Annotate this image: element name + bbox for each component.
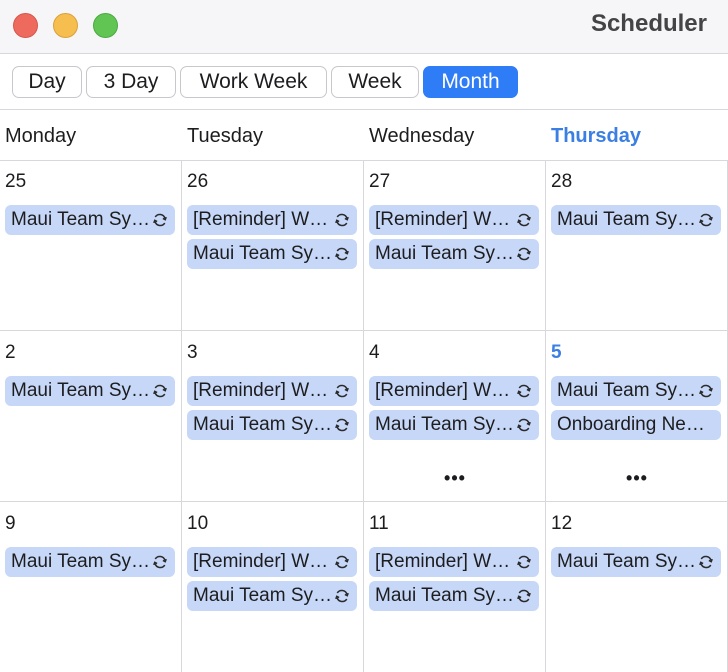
day-cell[interactable]: 28 Maui Team Sy… xyxy=(546,160,728,330)
day-cell[interactable]: 11 [Reminder] W… Maui Team Sy… xyxy=(364,502,546,672)
day-number: 10 xyxy=(187,513,209,534)
event-chip[interactable]: Maui Team Sy… xyxy=(187,410,357,440)
event-chip[interactable]: Maui Team Sy… xyxy=(187,581,357,611)
event-chip[interactable]: [Reminder] W… xyxy=(369,376,539,406)
event-chip[interactable]: [Reminder] W… xyxy=(187,205,357,235)
day-cell[interactable]: 4 [Reminder] W… Maui Team Sy… ••• xyxy=(364,331,546,501)
day-number: 2 xyxy=(5,342,16,363)
recurring-icon xyxy=(335,555,349,569)
event-title: [Reminder] W… xyxy=(193,209,329,230)
event-title: [Reminder] W… xyxy=(375,380,511,401)
recurring-icon xyxy=(517,589,531,603)
event-title: Maui Team Sy… xyxy=(375,585,515,606)
weekday-header-tuesday: Tuesday xyxy=(187,125,263,147)
recurring-icon xyxy=(335,384,349,398)
event-chip[interactable]: [Reminder] W… xyxy=(369,205,539,235)
event-title: Maui Team Sy… xyxy=(557,551,697,572)
recurring-icon xyxy=(153,555,167,569)
day-cell[interactable]: 3 [Reminder] W… Maui Team Sy… xyxy=(182,331,364,501)
event-chip[interactable]: Onboarding Ne… xyxy=(551,410,721,440)
event-chip[interactable]: [Reminder] W… xyxy=(369,547,539,577)
day-number: 27 xyxy=(369,171,391,192)
window-title: Scheduler xyxy=(590,10,707,37)
weekday-header-thursday: Thursday xyxy=(551,125,642,147)
day-number: 12 xyxy=(551,513,573,534)
weekday-header-monday: Monday xyxy=(5,125,77,147)
event-chip[interactable]: Maui Team Sy… xyxy=(551,205,721,235)
recurring-icon xyxy=(153,213,167,227)
day-number: 25 xyxy=(5,171,27,192)
recurring-icon xyxy=(335,589,349,603)
recurring-icon xyxy=(699,555,713,569)
month-grid: 25 Maui Team Sy… 26 [Reminder] W… Maui Team … xyxy=(0,160,728,672)
day-number: 9 xyxy=(5,513,16,534)
view-toolbar: Day 3 Day Work Week Week Month xyxy=(0,54,728,110)
event-title: Maui Team Sy… xyxy=(11,380,151,401)
event-chip[interactable]: [Reminder] W… xyxy=(187,376,357,406)
recurring-icon xyxy=(335,213,349,227)
day-cell[interactable]: 27 [Reminder] W… Maui Team Sy… xyxy=(364,160,546,330)
day-number: 5 xyxy=(551,342,562,363)
recurring-icon xyxy=(699,213,713,227)
event-chip[interactable]: Maui Team Sy… xyxy=(5,205,175,235)
event-title: Maui Team Sy… xyxy=(193,585,333,606)
recurring-icon xyxy=(517,384,531,398)
recurring-icon xyxy=(517,555,531,569)
zoom-window-button[interactable] xyxy=(93,13,118,38)
recurring-icon xyxy=(699,384,713,398)
recurring-icon xyxy=(153,384,167,398)
event-title: [Reminder] W… xyxy=(193,551,329,572)
minimize-window-button[interactable] xyxy=(53,13,78,38)
event-title: Maui Team Sy… xyxy=(375,243,515,264)
event-title: Maui Team Sy… xyxy=(11,551,151,572)
event-chip[interactable]: Maui Team Sy… xyxy=(5,376,175,406)
recurring-icon xyxy=(517,213,531,227)
recurring-icon xyxy=(335,247,349,261)
day-cell[interactable]: 10 [Reminder] W… Maui Team Sy… xyxy=(182,502,364,672)
event-chip[interactable]: Maui Team Sy… xyxy=(551,376,721,406)
recurring-icon xyxy=(517,418,531,432)
event-title: Onboarding Ne… xyxy=(557,414,705,435)
more-events-button[interactable]: ••• xyxy=(546,468,728,489)
recurring-icon xyxy=(517,247,531,261)
day-cell[interactable]: 25 Maui Team Sy… xyxy=(0,160,182,330)
day-cell[interactable]: 9 Maui Team Sy… xyxy=(0,502,182,672)
event-title: [Reminder] W… xyxy=(193,380,329,401)
event-chip[interactable]: Maui Team Sy… xyxy=(369,581,539,611)
event-chip[interactable]: Maui Team Sy… xyxy=(187,239,357,269)
view-week-button[interactable]: Week xyxy=(331,66,419,98)
event-chip[interactable]: Maui Team Sy… xyxy=(5,547,175,577)
event-chip[interactable]: Maui Team Sy… xyxy=(369,410,539,440)
event-title: Maui Team Sy… xyxy=(11,209,151,230)
day-number: 4 xyxy=(369,342,380,363)
event-title: [Reminder] W… xyxy=(375,551,511,572)
weekday-header-wednesday: Wednesday xyxy=(369,125,475,147)
recurring-icon xyxy=(335,418,349,432)
day-cell[interactable]: 26 [Reminder] W… Maui Team Sy… xyxy=(182,160,364,330)
event-title: Maui Team Sy… xyxy=(557,209,697,230)
close-window-button[interactable] xyxy=(13,13,38,38)
view-workweek-button[interactable]: Work Week xyxy=(180,66,327,98)
event-title: [Reminder] W… xyxy=(375,209,511,230)
day-number: 11 xyxy=(369,513,389,534)
more-events-button[interactable]: ••• xyxy=(364,468,546,489)
view-day-button[interactable]: Day xyxy=(12,66,82,98)
view-3day-button[interactable]: 3 Day xyxy=(86,66,176,98)
day-number: 28 xyxy=(551,171,573,192)
event-title: Maui Team Sy… xyxy=(193,414,333,435)
title-bar: Scheduler xyxy=(0,0,728,54)
day-cell[interactable]: 5 Maui Team Sy… Onboarding Ne… ••• xyxy=(546,331,728,501)
event-title: Maui Team Sy… xyxy=(557,380,697,401)
event-chip[interactable]: Maui Team Sy… xyxy=(551,547,721,577)
day-number: 3 xyxy=(187,342,198,363)
event-title: Maui Team Sy… xyxy=(375,414,515,435)
day-number: 26 xyxy=(187,171,209,192)
event-chip[interactable]: Maui Team Sy… xyxy=(369,239,539,269)
event-chip[interactable]: [Reminder] W… xyxy=(187,547,357,577)
view-month-button[interactable]: Month xyxy=(423,66,518,98)
day-cell[interactable]: 12 Maui Team Sy… xyxy=(546,502,728,672)
event-title: Maui Team Sy… xyxy=(193,243,333,264)
day-cell[interactable]: 2 Maui Team Sy… xyxy=(0,331,182,501)
